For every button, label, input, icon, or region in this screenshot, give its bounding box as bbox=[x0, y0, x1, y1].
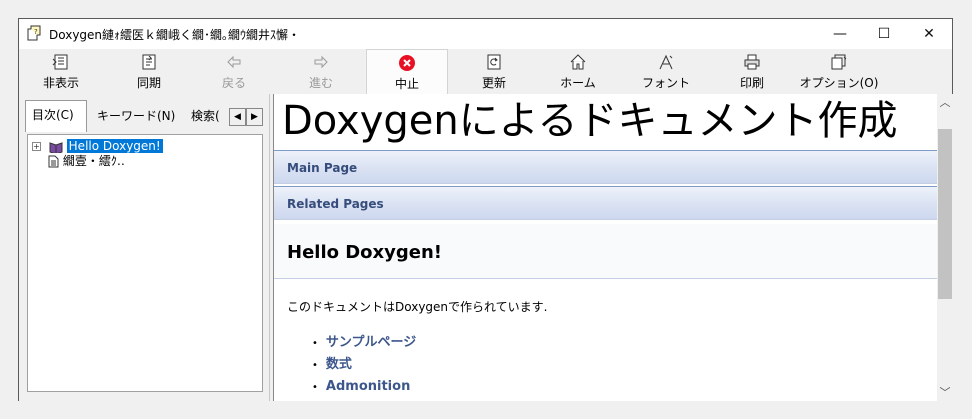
navigation-pane: 目次(C) キーワード(N) 検索( ◀ ▶ + Hello Doxygen! 繝… bbox=[19, 94, 269, 401]
list-item[interactable]: • Admonition bbox=[312, 376, 416, 398]
link-sample-page[interactable]: サンプルページ bbox=[326, 335, 416, 350]
sync-icon bbox=[142, 54, 156, 70]
tab-contents[interactable]: 目次(C) bbox=[25, 100, 87, 132]
page-header: Hello Doxygen! bbox=[274, 224, 937, 279]
window-title: Doxygen縺ｫ繧医ｋ繝峨く繝･繝｡繝ｳ繝井ｽ懈・ bbox=[49, 28, 301, 42]
expand-icon[interactable]: + bbox=[32, 142, 41, 151]
refresh-icon bbox=[487, 54, 501, 70]
nav-related-pages[interactable]: Related Pages bbox=[274, 186, 937, 220]
list-item[interactable]: • サンプルページ bbox=[312, 332, 416, 354]
scroll-down-icon[interactable]: ﹀ bbox=[937, 384, 953, 401]
forward-arrow-icon bbox=[314, 55, 328, 69]
options-button[interactable]: オプション(O) bbox=[799, 49, 879, 94]
page-icon bbox=[48, 155, 59, 168]
tab-search[interactable]: 検索( bbox=[185, 102, 235, 132]
nav-main-page[interactable]: Main Page bbox=[274, 150, 937, 184]
back-label: 戻る bbox=[221, 76, 246, 90]
maximize-button[interactable]: ☐ bbox=[864, 19, 904, 49]
stop-label: 中止 bbox=[394, 77, 419, 91]
printer-icon bbox=[744, 54, 760, 70]
tree-item-hello[interactable]: + Hello Doxygen! bbox=[32, 139, 163, 155]
stop-icon bbox=[399, 55, 415, 71]
font-button[interactable]: フォント bbox=[636, 49, 696, 94]
bullet: • bbox=[312, 360, 318, 371]
page-heading: Hello Doxygen! bbox=[287, 242, 443, 263]
refresh-label: 更新 bbox=[481, 76, 506, 90]
bullet: • bbox=[312, 382, 318, 393]
svg-text:?: ? bbox=[34, 28, 38, 36]
content-pane: Doxygenによるドキュメント作成 Main Page Related Pag… bbox=[273, 94, 937, 401]
contents-tree: + Hello Doxygen! 繝壹・繧ｸ‥ bbox=[27, 134, 263, 392]
sync-button[interactable]: 同期 bbox=[119, 49, 179, 94]
print-label: 印刷 bbox=[739, 76, 764, 90]
hide-button[interactable]: 非表示 bbox=[31, 49, 91, 94]
hide-pane-icon bbox=[52, 54, 68, 70]
forward-button[interactable]: 進む bbox=[291, 49, 351, 94]
list-item[interactable]: • 数式 bbox=[312, 354, 416, 376]
toolbar: 非表示 同期 戻る 進む 中止 更新 ホーム フォント 印刷 オプション(O) bbox=[19, 49, 952, 94]
home-button[interactable]: ホーム bbox=[548, 49, 608, 94]
minimize-button[interactable]: — bbox=[820, 19, 860, 49]
book-icon bbox=[49, 141, 63, 155]
font-icon bbox=[659, 54, 673, 70]
tab-scroll-arrows: ◀ ▶ bbox=[229, 104, 263, 126]
link-list: • サンプルページ • 数式 • Admonition bbox=[312, 332, 416, 398]
back-button[interactable]: 戻る bbox=[204, 49, 264, 94]
tab-keyword[interactable]: キーワード(N) bbox=[91, 102, 181, 132]
title-bar: ? Doxygen縺ｫ繧医ｋ繝峨く繝･繝｡繝ｳ繝井ｽ懈・ — ☐ ✕ bbox=[19, 19, 952, 49]
font-label: フォント bbox=[641, 76, 690, 90]
refresh-button[interactable]: 更新 bbox=[464, 49, 524, 94]
hide-label: 非表示 bbox=[42, 76, 79, 90]
options-icon bbox=[831, 54, 847, 70]
close-button[interactable]: ✕ bbox=[909, 19, 949, 49]
tree-item-label: 繝壹・繧ｸ‥ bbox=[62, 154, 125, 168]
scroll-up-icon[interactable]: ︿ bbox=[937, 94, 953, 111]
intro-text: このドキュメントはDoxygenで作られています. bbox=[287, 300, 548, 314]
back-arrow-icon bbox=[227, 55, 241, 69]
home-label: ホーム bbox=[560, 76, 596, 90]
help-window: ? Doxygen縺ｫ繧医ｋ繝峨く繝･繝｡繝ｳ繝井ｽ懈・ — ☐ ✕ 非表示 同… bbox=[18, 18, 953, 401]
vertical-scrollbar[interactable]: ︿ ﹀ bbox=[937, 94, 953, 401]
options-label: オプション(O) bbox=[799, 76, 879, 90]
bullet: • bbox=[312, 338, 318, 349]
stop-button[interactable]: 中止 bbox=[366, 49, 448, 94]
tab-scroll-left-icon[interactable]: ◀ bbox=[229, 108, 246, 126]
link-formula[interactable]: 数式 bbox=[326, 357, 352, 372]
tab-scroll-right-icon[interactable]: ▶ bbox=[246, 108, 263, 126]
sync-label: 同期 bbox=[136, 76, 161, 90]
tree-item-label: Hello Doxygen! bbox=[66, 139, 163, 153]
help-app-icon: ? bbox=[27, 25, 41, 41]
home-icon bbox=[570, 54, 586, 70]
forward-label: 進む bbox=[308, 76, 333, 90]
scroll-thumb[interactable] bbox=[938, 129, 952, 299]
page-title: Doxygenによるドキュメント作成 bbox=[282, 98, 898, 144]
link-admonition[interactable]: Admonition bbox=[326, 379, 410, 394]
print-button[interactable]: 印刷 bbox=[722, 49, 782, 94]
tree-item-page[interactable]: 繝壹・繧ｸ‥ bbox=[48, 154, 125, 169]
